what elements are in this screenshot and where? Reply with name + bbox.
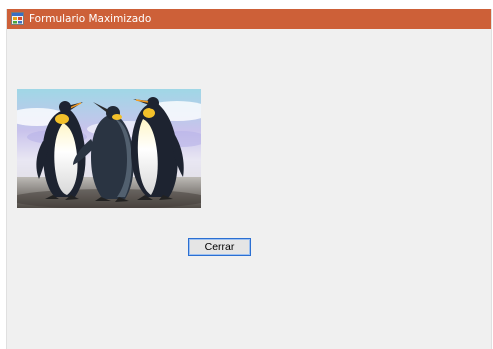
windows-form-icon[interactable] [11,12,24,25]
form-window: Formulario Maximizado Cerrar [6,9,492,349]
close-button[interactable]: Cerrar [188,238,251,256]
penguins-image [17,89,201,208]
title-bar[interactable]: Formulario Maximizado [7,9,491,29]
window-title: Formulario Maximizado [29,13,152,25]
